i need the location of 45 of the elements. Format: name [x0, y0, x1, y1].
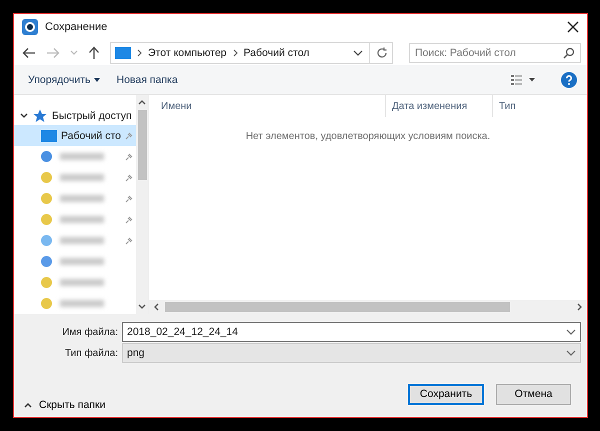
window-title: Сохранение — [45, 21, 108, 34]
save-button[interactable]: Сохранить — [408, 384, 484, 405]
camera-icon — [22, 19, 38, 36]
vertical-scrollbar[interactable] — [136, 95, 148, 314]
chevron-right-icon — [137, 48, 142, 57]
up-arrow-icon[interactable] — [88, 46, 100, 60]
file-name-field[interactable]: 2018_02_24_12_24_14 — [122, 322, 581, 342]
refresh-icon[interactable] — [376, 46, 388, 59]
organize-button[interactable]: Упорядочить — [26, 70, 108, 89]
scroll-left-icon[interactable] — [153, 303, 159, 312]
search-icon — [563, 46, 575, 59]
hide-folders-button[interactable]: Скрыть папки — [24, 399, 106, 412]
scroll-right-icon[interactable] — [577, 303, 583, 312]
horizontal-scrollbar[interactable] — [149, 300, 587, 314]
column-header[interactable]: Тип — [493, 95, 587, 118]
help-icon[interactable] — [561, 72, 577, 88]
back-arrow-icon[interactable] — [22, 46, 36, 59]
new-folder-button[interactable]: Новая папка — [114, 70, 186, 89]
field-label: Тип файла: — [64, 348, 119, 359]
chevron-icon[interactable] — [20, 113, 28, 120]
close-icon[interactable] — [567, 21, 579, 34]
chevron-down-icon[interactable] — [353, 50, 363, 56]
column-header[interactable]: Имени — [149, 95, 386, 118]
cancel-button[interactable]: Отмена — [496, 384, 571, 405]
address-bar[interactable]: Этот компьютер Рабочий стол — [110, 42, 393, 64]
monitor-icon — [115, 46, 131, 59]
view-options-icon[interactable] — [511, 74, 537, 86]
field-label: Имя файла: — [61, 326, 119, 338]
star-icon — [33, 109, 47, 124]
sidebar-item[interactable]: Рабочий сто — [14, 125, 136, 146]
breadcrumb[interactable]: Этот компьютер — [148, 46, 227, 59]
scrollbar-thumb[interactable] — [138, 110, 146, 180]
chevron-right-icon — [232, 48, 238, 57]
chevron-up-icon — [24, 402, 32, 408]
file-type-dropdown[interactable]: png — [122, 343, 581, 364]
chevron-down-icon — [566, 329, 576, 336]
column-header[interactable]: Дата изменения — [386, 95, 493, 118]
quick-access-item[interactable]: Быстрый доступ — [14, 107, 136, 126]
search-field[interactable]: Поиск: Рабочий стол — [409, 42, 581, 63]
scroll-down-icon[interactable] — [138, 304, 146, 310]
breadcrumb[interactable]: Рабочий стол — [244, 46, 310, 59]
scroll-up-icon[interactable] — [138, 99, 146, 106]
scrollbar-thumb[interactable] — [165, 302, 510, 312]
empty-message: Нет элементов, удовлетворяющих условиям поиска. — [244, 130, 492, 144]
chevron-down-icon — [566, 350, 576, 356]
